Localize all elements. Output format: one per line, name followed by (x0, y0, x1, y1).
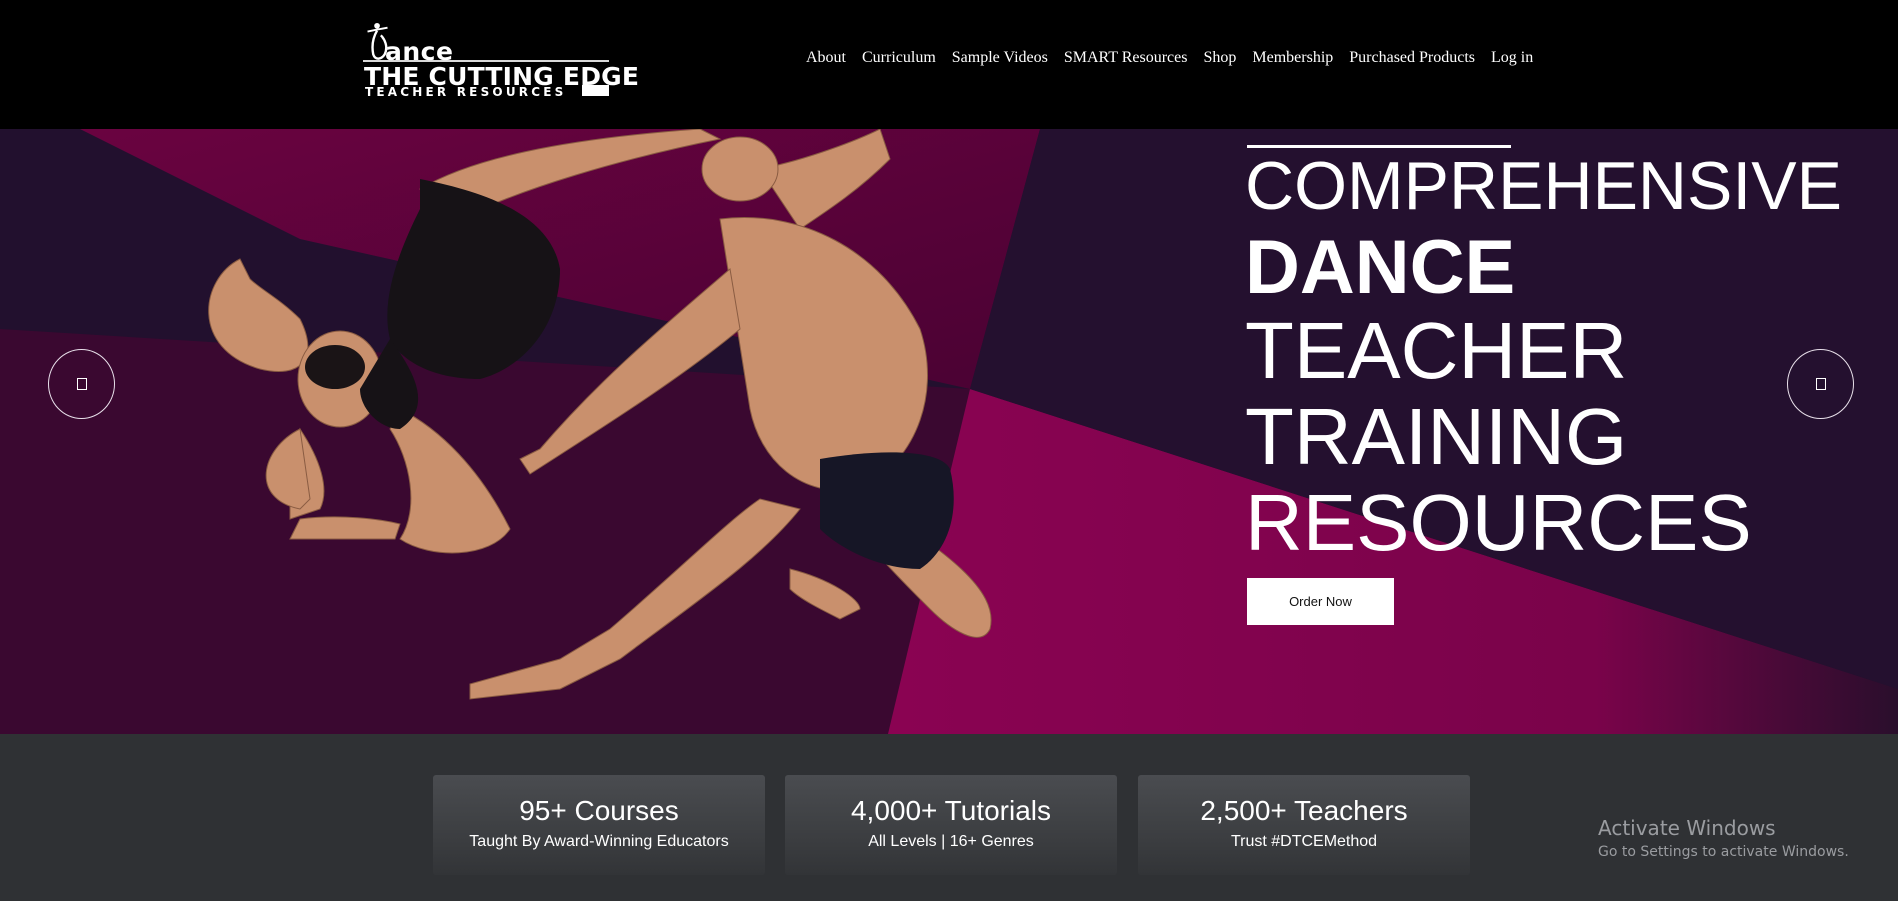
nav-purchased-products[interactable]: Purchased Products (1349, 49, 1475, 67)
headline-line-5: RESOURCES (1245, 478, 1752, 567)
main-nav: About Curriculum Sample Videos SMART Res… (806, 49, 1549, 67)
stat-caption: All Levels | 16+ Genres (868, 833, 1034, 850)
site-logo[interactable]: ance THE CUTTING EDGE TEACHER RESOURCES (363, 22, 639, 100)
slider-prev-button[interactable] (48, 349, 115, 419)
logo-bar (582, 85, 609, 96)
logo-subtitle: TEACHER RESOURCES (365, 85, 567, 99)
stat-card-courses: 95+ Courses Taught By Award-Winning Educ… (433, 775, 765, 875)
order-now-button[interactable]: Order Now (1247, 578, 1394, 625)
nav-smart-resources[interactable]: SMART Resources (1064, 49, 1188, 67)
nav-log-in[interactable]: Log in (1491, 49, 1533, 67)
stat-caption: Trust #DTCEMethod (1230, 833, 1378, 850)
watermark-title: Activate Windows (1598, 816, 1776, 840)
stat-value: 4,000+ Tutorials (850, 795, 1052, 826)
headline-line-3: TEACHER (1245, 306, 1628, 395)
arrow-left-icon (76, 378, 87, 390)
stat-card-teachers: 2,500+ Teachers Trust #DTCEMethod (1138, 775, 1470, 875)
watermark-subtitle: Go to Settings to activate Windows. (1598, 844, 1849, 860)
stat-caption: Taught By Award-Winning Educators (469, 833, 729, 850)
nav-curriculum[interactable]: Curriculum (862, 49, 936, 67)
stat-value: 2,500+ Teachers (1200, 795, 1408, 826)
stat-card-tutorials: 4,000+ Tutorials All Levels | 16+ Genres (785, 775, 1117, 875)
site-header: ance THE CUTTING EDGE TEACHER RESOURCES … (0, 0, 1898, 129)
nav-membership[interactable]: Membership (1252, 49, 1333, 67)
headline-line-4: TRAINING (1245, 392, 1628, 481)
headline-line-1: COMPREHENSIVE (1245, 148, 1842, 224)
windows-activation-watermark: Activate Windows Go to Settings to activ… (1598, 816, 1849, 860)
hero-slider: COMPREHENSIVE DANCE TEACHER TRAINING RES… (0, 129, 1898, 734)
stat-value: 95+ Courses (519, 795, 679, 826)
headline-line-2: DANCE (1245, 225, 1516, 310)
nav-sample-videos[interactable]: Sample Videos (952, 49, 1048, 67)
dancers-photo (208, 129, 992, 700)
nav-about[interactable]: About (806, 49, 846, 67)
nav-shop[interactable]: Shop (1203, 49, 1236, 67)
hero-headline: COMPREHENSIVE DANCE TEACHER TRAINING RES… (1245, 144, 1842, 566)
